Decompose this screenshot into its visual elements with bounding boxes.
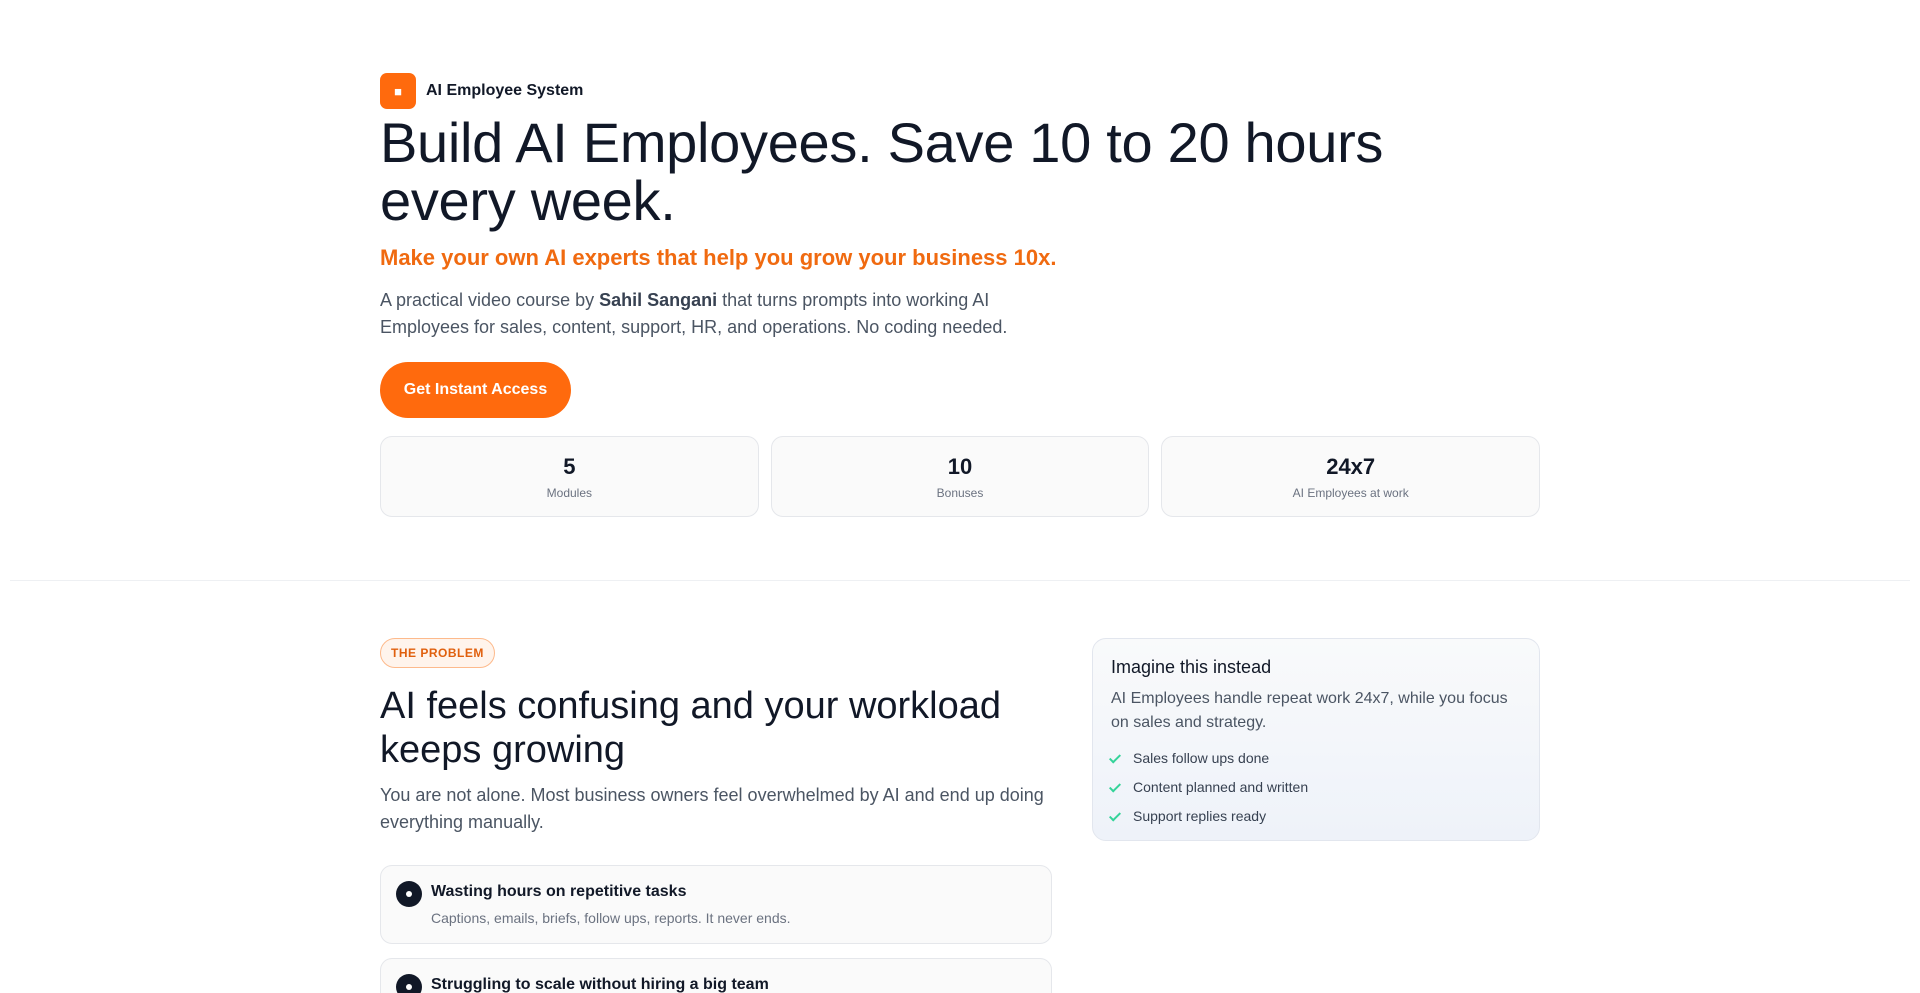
problem-card-title: Wasting hours on repetitive tasks bbox=[431, 883, 687, 900]
hero-description: A practical video course by Sahil Sangan… bbox=[380, 287, 1060, 341]
section-divider bbox=[10, 580, 1910, 581]
problem-description: You are not alone. Most business owners … bbox=[380, 785, 1044, 832]
problem-card-desc: Captions, emails, briefs, follow ups, re… bbox=[431, 910, 791, 926]
imagine-list: Sales follow ups done Content planned an… bbox=[1111, 743, 1521, 830]
get-instant-access-button[interactable]: Get Instant Access bbox=[380, 362, 571, 418]
stat-card-modules: 5 Modules bbox=[380, 436, 759, 517]
stat-value: 10 bbox=[947, 453, 973, 479]
brand-name: AI Employee System bbox=[426, 82, 584, 99]
hero-desc-prefix: A practical video course by bbox=[380, 290, 600, 310]
list-item: Support replies ready bbox=[1111, 801, 1521, 830]
check-icon bbox=[1111, 781, 1119, 793]
problem-card: Wasting hours on repetitive tasks Captio… bbox=[380, 865, 1052, 944]
brand: ■ AI Employee System bbox=[380, 73, 583, 109]
stat-card-bonuses: 10 Bonuses bbox=[770, 436, 1150, 517]
flame-icon: ■ bbox=[380, 73, 416, 109]
hero-subtitle: Make your own AI experts that help you g… bbox=[380, 245, 1057, 270]
stat-label: AI Employees at work bbox=[1292, 485, 1409, 500]
check-icon bbox=[1111, 752, 1119, 764]
imagine-description: AI Employees handle repeat work 24x7, wh… bbox=[1111, 690, 1508, 731]
imagine-card: Imagine this instead AI Employees handle… bbox=[1092, 638, 1540, 841]
hero-title: Build AI Employees. Save 10 to 20 hours … bbox=[380, 111, 1384, 232]
list-item-label: Support replies ready bbox=[1133, 807, 1267, 824]
problem-badge: THE PROBLEM bbox=[380, 638, 495, 668]
problem-card: Struggling to scale without hiring a big… bbox=[380, 958, 1052, 993]
check-icon bbox=[1111, 810, 1119, 822]
stat-label: Modules bbox=[546, 485, 593, 500]
imagine-title: Imagine this instead bbox=[1111, 657, 1272, 677]
stat-value: 5 bbox=[563, 453, 576, 479]
stat-value: 24x7 bbox=[1326, 453, 1376, 479]
problem-card-title: Struggling to scale without hiring a big… bbox=[431, 976, 769, 993]
author-name: Sahil Sangani bbox=[599, 290, 718, 310]
list-item-label: Sales follow ups done bbox=[1133, 749, 1270, 766]
bullet-icon bbox=[396, 881, 422, 907]
stats-row: 5 Modules 10 Bonuses 24x7 AI Employees a… bbox=[380, 436, 1541, 517]
list-item-label: Content planned and written bbox=[1133, 778, 1309, 795]
problem-title: AI feels confusing and your workload kee… bbox=[380, 685, 1002, 771]
list-item: Sales follow ups done bbox=[1111, 743, 1521, 772]
list-item: Content planned and written bbox=[1111, 772, 1521, 801]
stat-label: Bonuses bbox=[936, 485, 984, 500]
bullet-icon bbox=[396, 974, 422, 993]
stat-card-availability: 24x7 AI Employees at work bbox=[1161, 436, 1541, 517]
